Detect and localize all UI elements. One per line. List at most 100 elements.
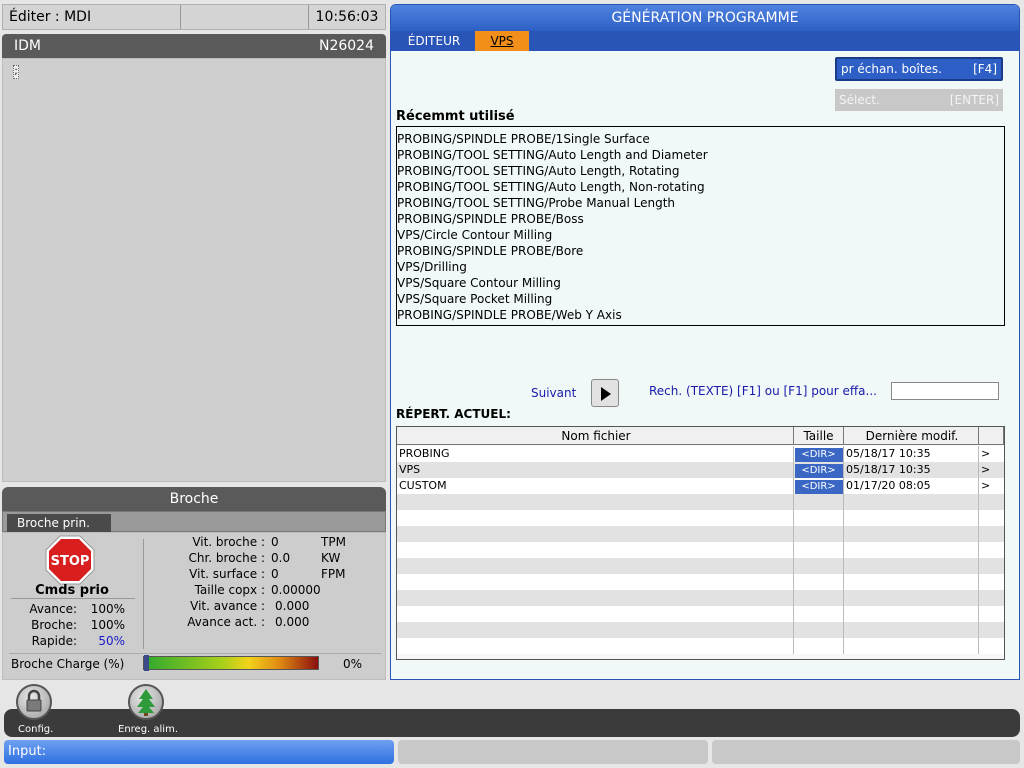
tab-broche-prin[interactable]: Broche prin. [7, 514, 111, 533]
override-row: Broche: 100% [13, 618, 125, 632]
tree-icon[interactable] [128, 684, 164, 720]
next-button[interactable] [591, 379, 619, 407]
override-row: Rapide: 50% [13, 634, 125, 648]
list-item[interactable]: PROBING/TOOL SETTING/Auto Length, Rotati… [397, 163, 1004, 179]
stat-unit: TPM [321, 535, 346, 549]
panel-title: GÉNÉRATION PROGRAMME [391, 5, 1019, 31]
select-button[interactable]: Sélect. [ENTER] [835, 89, 1003, 111]
dir-badge: <DIR> [794, 480, 843, 494]
empty-row [397, 526, 1004, 542]
tab-editeur[interactable]: ÉDITEUR [395, 31, 473, 51]
empty-row [397, 606, 1004, 622]
stop-label: STOP [51, 554, 90, 569]
stat-label: Vit. surface : [189, 567, 265, 581]
button-key: [ENTER] [949, 93, 999, 107]
stat-row: Vit. broche : 0 TPM [153, 535, 383, 549]
list-item[interactable]: PROBING/TOOL SETTING/Probe Manual Length [397, 195, 1004, 211]
button-label: Sélect. [839, 93, 880, 107]
list-item[interactable]: VPS/Circle Contour Milling [397, 227, 1004, 243]
stat-value: 0.0 [271, 551, 291, 565]
stat-value: 0.000 [275, 615, 310, 629]
stop-icon: STOP [45, 535, 95, 585]
file-date: 05/18/17 10:35 [844, 462, 979, 478]
list-item[interactable]: PROBING/SPINDLE PROBE/1Single Surface [397, 131, 1004, 147]
header-spacer [181, 5, 309, 29]
stat-row: Chr. broche : 0.0 KW [153, 551, 383, 565]
list-item[interactable]: PROBING/SPINDLE PROBE/Boss [397, 211, 1004, 227]
stat-unit [321, 615, 361, 629]
spindle-load-marker [144, 655, 149, 671]
table-row[interactable]: VPS <DIR> 05/18/17 10:35 > [397, 462, 1004, 478]
spindle-load-bar [143, 655, 319, 671]
list-item[interactable]: PROBING/TOOL SETTING/Auto Length and Dia… [397, 147, 1004, 163]
divider [11, 598, 135, 599]
search-input[interactable] [891, 382, 999, 400]
override-value: 100% [90, 602, 125, 616]
override-label: Avance: [29, 602, 77, 616]
stat-label: Taille copx : [194, 583, 265, 597]
list-item[interactable]: PROBING/TOOL SETTING/Auto Length, Non-ro… [397, 179, 1004, 195]
power-save-label: Enreg. alim. [118, 724, 179, 735]
input-bar[interactable]: Input: [4, 740, 394, 764]
column-header-date[interactable]: Dernière modif. [844, 427, 979, 445]
next-label: Suivant [531, 386, 577, 400]
file-arrow: > [981, 479, 991, 492]
override-value: 50% [98, 634, 125, 648]
empty-row [397, 558, 1004, 574]
clock: 10:56:03 [315, 9, 379, 25]
broche-header: Broche [2, 487, 386, 511]
stat-value: 0.000 [275, 599, 310, 613]
table-row[interactable]: PROBING <DIR> 05/18/17 10:35 > [397, 446, 1004, 462]
status-pad [398, 740, 708, 764]
broche-panel: STOP Cmds prio Avance: 100% Broche: 100%… [2, 532, 386, 680]
tree-icon-glyph [137, 689, 155, 716]
divider [9, 653, 381, 654]
search-label: Rech. (TEXTE) [F1] ou [F1] pour effa... [649, 384, 877, 398]
idm-editor[interactable]: ; [2, 58, 386, 482]
stat-unit: FPM [321, 567, 346, 581]
column-header-size[interactable]: Taille [794, 427, 844, 445]
spindle-load-value: 0% [343, 657, 363, 671]
tab-vps[interactable]: VPS [475, 31, 529, 51]
file-table: Nom fichier Taille Dernière modif. PROBI… [396, 426, 1005, 660]
recent-list[interactable]: PROBING/SPINDLE PROBE/1Single Surface PR… [396, 126, 1005, 326]
status-pad [712, 740, 1020, 764]
column-header-name[interactable]: Nom fichier [397, 427, 794, 445]
mode-label: Éditer : MDI [3, 5, 181, 29]
cmds-prio-label: Cmds prio [35, 583, 109, 598]
list-item[interactable]: VPS/Drilling [397, 259, 1004, 275]
list-item[interactable]: PROBING/SPINDLE PROBE/Web Y Axis [397, 307, 1004, 323]
empty-row [397, 638, 1004, 654]
stat-label: Vit. avance : [190, 599, 265, 613]
stat-row: Vit. surface : 0 FPM [153, 567, 383, 581]
config-label: Config. [18, 724, 54, 735]
stat-label: Avance act. : [187, 615, 265, 629]
divider [143, 539, 144, 649]
idm-title: IDM [14, 38, 41, 54]
program-generation-panel: GÉNÉRATION PROGRAMME ÉDITEUR VPS pr écha… [390, 4, 1020, 680]
lock-icon-glyph [26, 689, 42, 712]
file-date: 05/18/17 10:35 [844, 446, 979, 462]
stat-label: Chr. broche : [188, 551, 265, 565]
list-item[interactable]: VPS/Square Pocket Milling [397, 291, 1004, 307]
stat-row: Avance act. : 0.000 [153, 615, 383, 629]
stat-row: Vit. avance : 0.000 [153, 599, 383, 613]
lock-icon[interactable] [16, 684, 52, 720]
file-arrow: > [981, 463, 991, 476]
file-size: <DIR> [794, 478, 844, 494]
stat-value: 0 [271, 535, 279, 549]
file-name: PROBING [397, 446, 794, 462]
empty-row [397, 574, 1004, 590]
broche-tabs: Broche prin. [2, 511, 386, 533]
probe-boxes-button[interactable]: pr échan. boîtes. [F4] [835, 57, 1003, 81]
list-item[interactable]: VPS/Square Contour Milling [397, 275, 1004, 291]
table-row[interactable]: CUSTOM <DIR> 01/17/20 08:05 > [397, 478, 1004, 494]
stat-unit: KW [321, 551, 341, 565]
file-name: VPS [397, 462, 794, 478]
list-item[interactable]: PROBING/SPINDLE PROBE/Bore [397, 243, 1004, 259]
file-size: <DIR> [794, 462, 844, 478]
play-arrow-icon [601, 387, 611, 401]
empty-row [397, 590, 1004, 606]
stat-unit [321, 583, 361, 597]
status-header: Éditer : MDI 10:56:03 [2, 4, 386, 30]
